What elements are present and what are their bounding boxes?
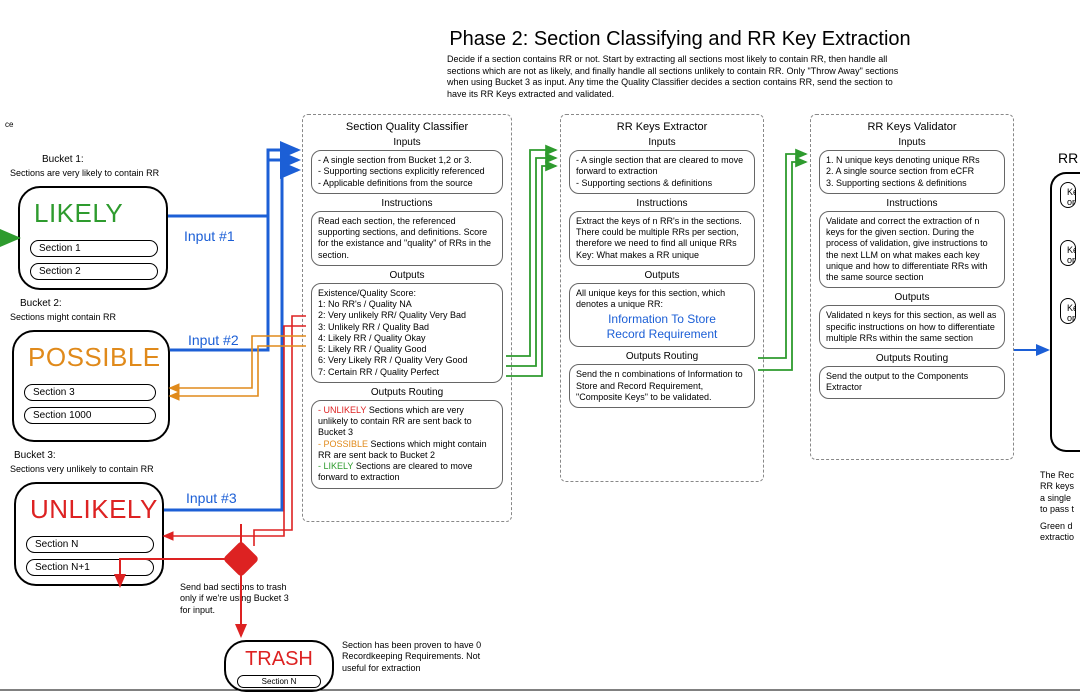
classifier-inputs-head: Inputs (309, 137, 505, 148)
score-3: 3: Unlikely RR / Quality Bad (318, 322, 496, 333)
bucket3-label: Bucket 3: (14, 450, 56, 461)
input2-label: Input #2 (188, 332, 239, 348)
score-1: 1: No RR's / Quality NA (318, 299, 496, 310)
extractor-outputs-head: Outputs (567, 270, 757, 281)
bucket3-box: UNLIKELY Section N Section N+1 (14, 482, 164, 586)
bucket1-label: Bucket 1: (42, 154, 84, 165)
routing-unlikely-tag: - UNLIKELY (318, 405, 366, 415)
validator-instr-head: Instructions (817, 198, 1007, 209)
diagram-canvas: Phase 2: Section Classifying and RR Key … (0, 0, 1080, 693)
routing-possible-tag: - POSSIBLE (318, 439, 368, 449)
bucket1-box: LIKELY Section 1 Section 2 (18, 186, 168, 290)
page-title: Phase 2: Section Classifying and RR Key … (430, 28, 930, 51)
extractor-key2: Record Requirement (576, 327, 748, 342)
score-5: 5: Likely RR / Quality Good (318, 344, 496, 355)
trash-side-note: Send bad sections to trash only if we're… (180, 582, 290, 616)
bucket2-box: POSSIBLE Section 3 Section 1000 (12, 330, 170, 442)
score-4: 4: Likely RR / Quality Okay (318, 333, 496, 344)
validator-panel: RR Keys Validator Inputs 1. N unique key… (810, 114, 1014, 460)
classifier-title: Section Quality Classifier (309, 121, 505, 133)
bucket1-item: Section 1 (30, 240, 158, 257)
score-2: 2: Very unlikely RR/ Quality Very Bad (318, 310, 496, 321)
bucket2-sub: Sections might contain RR (10, 312, 180, 323)
extractor-instr-head: Instructions (567, 198, 757, 209)
extractor-key1: Information To Store (576, 312, 748, 327)
decision-diamond (228, 546, 254, 572)
extractor-instructions: Extract the keys of n RR's in the sectio… (569, 211, 755, 266)
extractor-panel: RR Keys Extractor Inputs - A single sect… (560, 114, 764, 482)
validator-instructions: Validate and correct the extraction of n… (819, 211, 1005, 289)
trash-right-note: Section has been proven to have 0 Record… (342, 640, 482, 674)
score-header: Existence/Quality Score: (318, 288, 496, 299)
validator-routing: Send the output to the Components Extrac… (819, 366, 1005, 399)
score-7: 7: Certain RR / Quality Perfect (318, 367, 496, 378)
classifier-outputs-head: Outputs (309, 270, 505, 281)
validator-outputs-head: Outputs (817, 292, 1007, 303)
bucket3-item: Section N (26, 536, 154, 553)
bucket2-item: Section 3 (24, 384, 156, 401)
bucket2-title: POSSIBLE (28, 342, 160, 373)
validator-inputs: 1. N unique keys denoting unique RRs 2. … (819, 150, 1005, 194)
trash-box: TRASH Section N (224, 640, 334, 692)
classifier-panel: Section Quality Classifier Inputs - A si… (302, 114, 512, 522)
routing-likely-tag: - LIKELY (318, 461, 353, 471)
trash-item: Section N (237, 675, 321, 688)
extractor-routing: Send the n combinations of Information t… (569, 364, 755, 408)
score-6: 6: Very Likely RR / Quality Very Good (318, 355, 496, 366)
extractor-title: RR Keys Extractor (567, 121, 757, 133)
input3-label: Input #3 (186, 490, 237, 506)
bucket3-title: UNLIKELY (30, 494, 154, 525)
classifier-routing: - UNLIKELY Sections which are very unlik… (311, 400, 503, 489)
bucket1-item: Section 2 (30, 263, 158, 280)
extractor-inputs: - A single section that are cleared to m… (569, 150, 755, 194)
validator-outputs: Validated n keys for this section, as we… (819, 305, 1005, 349)
bucket3-sub: Sections very unlikely to contain RR (10, 464, 200, 475)
classifier-instructions: Read each section, the referenced suppor… (311, 211, 503, 266)
validator-title: RR Keys Validator (817, 121, 1007, 133)
classifier-instr-head: Instructions (309, 198, 505, 209)
classifier-routing-head: Outputs Routing (309, 387, 505, 398)
bucket2-item: Section 1000 (24, 407, 156, 424)
rr-right-box: Keop Keop Keop (1050, 172, 1080, 452)
input1-label: Input #1 (184, 228, 235, 244)
trash-title: TRASH (234, 648, 324, 671)
bucket1-sub: Sections are very likely to contain RR (10, 168, 180, 179)
page-description: Decide if a section contains RR or not. … (447, 54, 907, 101)
rr-key-frag: Keop (1060, 298, 1076, 324)
classifier-scores: Existence/Quality Score: 1: No RR's / Qu… (311, 283, 503, 383)
validator-inputs-head: Inputs (817, 137, 1007, 148)
validator-routing-head: Outputs Routing (817, 353, 1007, 364)
extractor-outputs: All unique keys for this section, which … (569, 283, 755, 348)
extractor-routing-head: Outputs Routing (567, 351, 757, 362)
rr-key-frag: Keop (1060, 240, 1076, 266)
classifier-inputs: - A single section from Bucket 1,2 or 3.… (311, 150, 503, 194)
bucket1-title: LIKELY (34, 198, 158, 229)
rr-right-title-fragment: RR (1058, 150, 1078, 166)
extractor-outputs-text: All unique keys for this section, which … (576, 288, 748, 311)
bucket2-label: Bucket 2: (20, 298, 62, 309)
rr-right-note: The Rec RR keys a single to pass t Green… (1040, 470, 1080, 544)
rr-key-frag: Keop (1060, 182, 1076, 208)
cropped-text-fragment: ce (5, 120, 13, 129)
extractor-inputs-head: Inputs (567, 137, 757, 148)
bucket3-item: Section N+1 (26, 559, 154, 576)
